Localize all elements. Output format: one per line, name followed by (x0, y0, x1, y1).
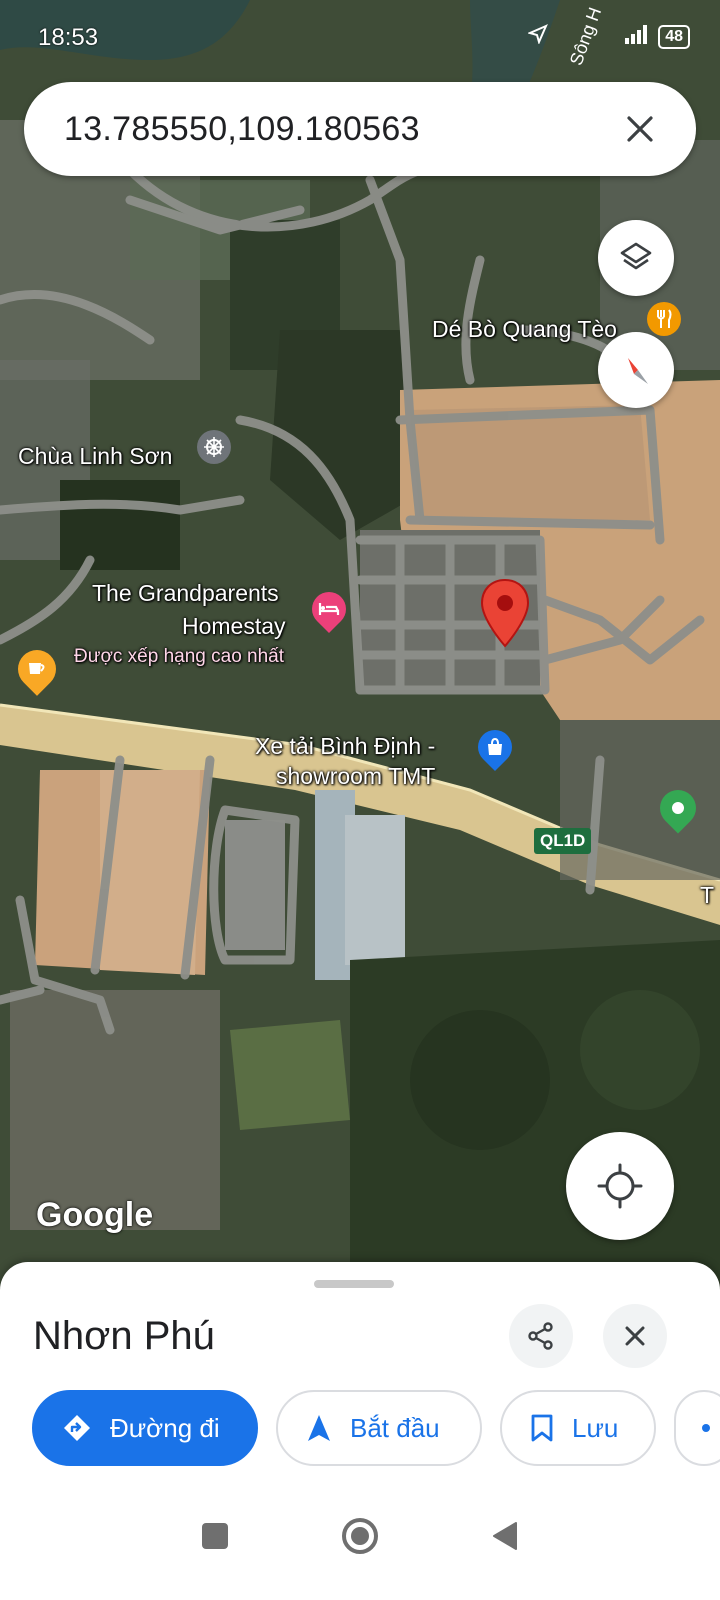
system-navigation-bar (0, 1476, 720, 1600)
place-title: Nhơn Phú (33, 1314, 215, 1358)
poi-label-showroom-line2[interactable]: showroom TMT (276, 763, 435, 790)
poi-homestay-rating: Được xếp hạng cao nhất (74, 646, 285, 667)
temple-wheel-icon[interactable] (197, 430, 231, 464)
search-input[interactable]: 13.785550,109.180563 (64, 110, 610, 149)
start-label: Bắt đầu (350, 1412, 440, 1443)
road-badge: QL1D (534, 828, 592, 854)
compass-icon (628, 358, 648, 384)
battery-indicator: 48 (658, 24, 690, 49)
map-view[interactable]: 18:53 Sông H 48 13.785550,109.180563 Dé … (0, 0, 720, 1300)
circle-home-icon (342, 1517, 378, 1554)
recents-button[interactable] (200, 1521, 230, 1556)
sheet-drag-handle[interactable] (314, 1280, 394, 1288)
poi-label-restaurant[interactable]: Dé Bò Quang Tèo (432, 316, 617, 343)
share-icon (528, 1322, 553, 1350)
directions-button[interactable]: Đường đi (32, 1390, 258, 1466)
poi-label-showroom-line1[interactable]: Xe tải Bình Định - (255, 733, 435, 760)
poi-label-temple[interactable]: Chùa Linh Sơn (18, 443, 172, 470)
navigation-arrow-icon (308, 1415, 330, 1441)
location-arrow-icon (527, 24, 549, 49)
crosshair-icon (597, 1163, 643, 1209)
clear-search-button[interactable] (610, 99, 670, 159)
road-edge-label: T (700, 882, 715, 908)
bookmark-icon (531, 1414, 553, 1442)
layers-icon (620, 242, 652, 270)
directions-icon (64, 1415, 90, 1441)
back-triangle-icon (493, 1521, 517, 1550)
square-icon (202, 1522, 228, 1549)
more-actions-chip[interactable] (674, 1390, 720, 1466)
directions-label: Đường đi (110, 1412, 220, 1443)
layers-button[interactable] (598, 220, 674, 296)
save-label: Lưu (572, 1412, 619, 1443)
share-button[interactable] (509, 1304, 573, 1368)
poi-label-homestay-line2[interactable]: Homestay (182, 613, 286, 640)
back-button[interactable] (490, 1520, 520, 1557)
compass-button[interactable] (598, 332, 674, 408)
dot-icon (702, 1424, 710, 1432)
search-bar[interactable]: 13.785550,109.180563 (24, 82, 696, 176)
poi-label-homestay-line1[interactable]: The Grandparents (92, 580, 279, 607)
status-icons: Sông H 48 (527, 5, 690, 68)
signal-icon (624, 24, 650, 49)
restaurant-icon[interactable] (647, 302, 681, 336)
start-button[interactable]: Bắt đầu (276, 1390, 482, 1466)
save-button[interactable]: Lưu (500, 1390, 656, 1466)
close-icon (625, 1326, 645, 1346)
dropped-pin-icon[interactable] (480, 578, 530, 653)
close-icon (627, 116, 653, 142)
my-location-button[interactable] (566, 1132, 674, 1240)
action-chips: Đường đi Bắt đầu Lưu (32, 1390, 720, 1466)
status-time: 18:53 (38, 24, 99, 51)
close-sheet-button[interactable] (603, 1304, 667, 1368)
home-button[interactable] (340, 1516, 380, 1561)
google-logo: Google (36, 1196, 154, 1234)
